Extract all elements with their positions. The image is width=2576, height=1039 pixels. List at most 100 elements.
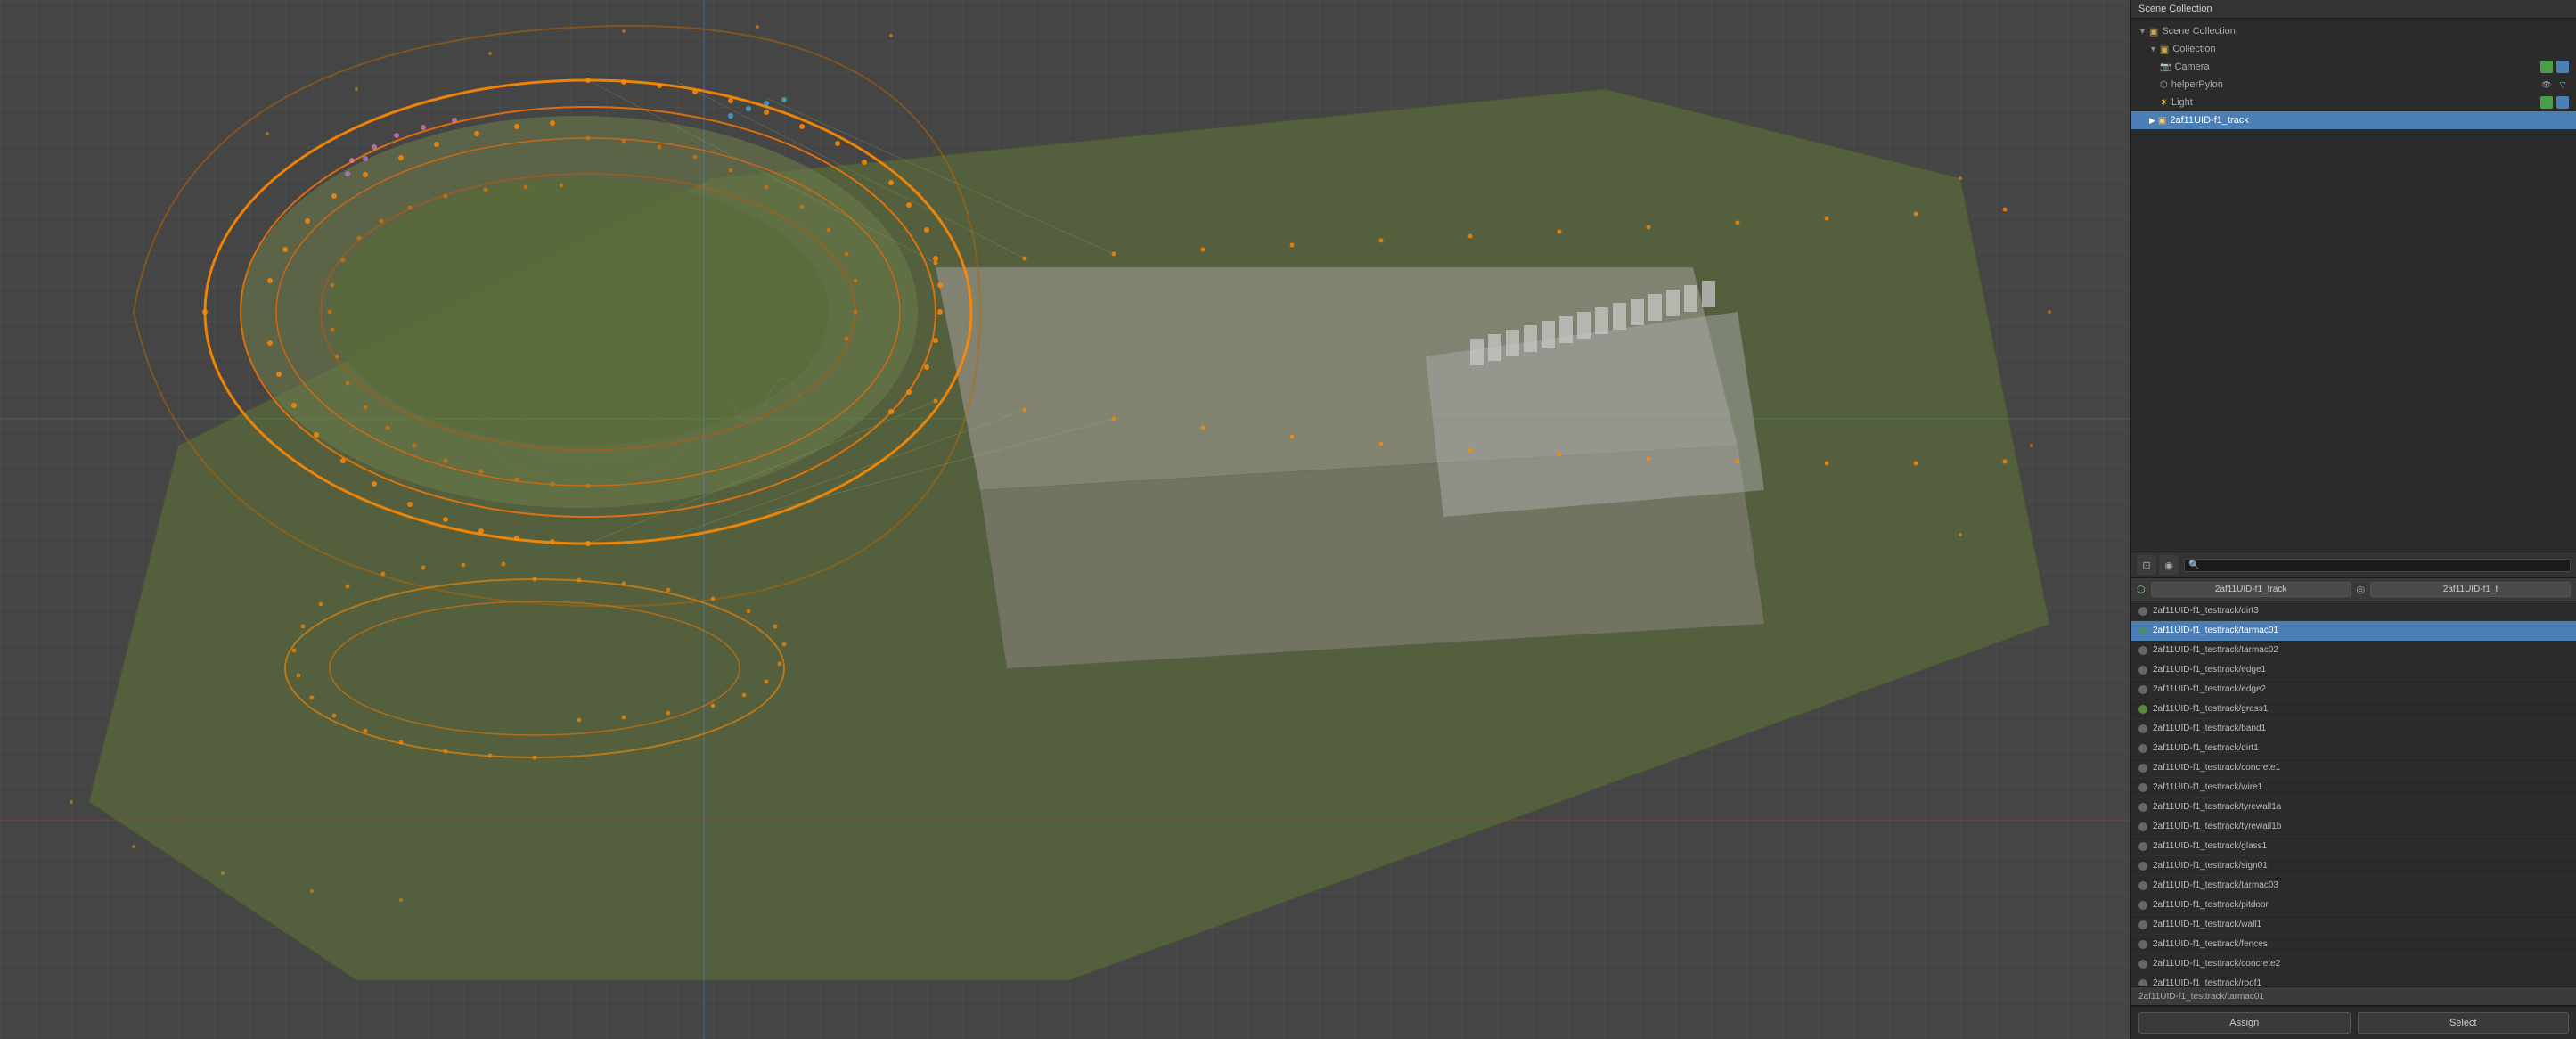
viewport-shading-btn[interactable]: ⊡ [2137, 555, 2156, 575]
material-panel-icons: ⊡ ◉ [2137, 555, 2179, 575]
material-panel-header: ⊡ ◉ 🔍 [2131, 552, 2576, 578]
slot-color-dot [2138, 960, 2147, 969]
collection-icon: ▣ [2160, 44, 2169, 55]
material-slot-item[interactable]: 2af11UID-f1_testtrack/pitdoor [2131, 896, 2576, 915]
camera-icon: 📷 [2160, 62, 2171, 72]
slot-color-dot [2138, 783, 2147, 792]
slot-color-dot [2138, 881, 2147, 890]
pylon-filter-badge: ▽ [2556, 78, 2569, 91]
tree-item-track[interactable]: ▶ ▣ 2af11UID-f1_track [2131, 111, 2576, 129]
active-material-display: 2af11UID-f1_testtrack/tarmac01 [2131, 986, 2576, 1006]
slot-color-dot [2138, 607, 2147, 616]
material-slot-item[interactable]: 2af11UID-f1_testtrack/edge2 [2131, 680, 2576, 699]
select-button[interactable]: Select [2358, 1012, 2570, 1034]
slot-label: 2af11UID-f1_testtrack/sign01 [2153, 861, 2569, 871]
material-slot-item[interactable]: 2af11UID-f1_testtrack/edge1 [2131, 660, 2576, 680]
material-slot-item[interactable]: 2af11UID-f1_testtrack/grass1 [2131, 699, 2576, 719]
material-properties-btn[interactable]: ◉ [2159, 555, 2179, 575]
material-slot-item[interactable]: 2af11UID-f1_testtrack/concrete2 [2131, 954, 2576, 974]
material-slot-item[interactable]: 2af11UID-f1_testtrack/sign01 [2131, 856, 2576, 876]
mesh-icon-selector: ⬡ [2137, 584, 2146, 595]
material-slot-item[interactable]: 2af11UID-f1_testtrack/concrete1 [2131, 758, 2576, 778]
material-panel: ⊡ ◉ 🔍 ⬡ 2af11UID-f1_track ◎ 2af11UID-f1_… [2131, 552, 2576, 1039]
material-slot-item[interactable]: 2af11UID-f1_testtrack/tarmac03 [2131, 876, 2576, 896]
mesh-icon-pylon: ⬡ [2160, 80, 2168, 90]
slot-color-dot [2138, 901, 2147, 910]
tree-item-helperpylon[interactable]: ⬡ helperPylon 👁 ▽ [2131, 76, 2576, 94]
material-slot-item[interactable]: 2af11UID-f1_testtrack/roof1 [2131, 974, 2576, 986]
material-slot-item[interactable]: 2af11UID-f1_testtrack/dirt3 [2131, 601, 2576, 621]
material-slots-list[interactable]: 2af11UID-f1_testtrack/dirt3 2af11UID-f1_t… [2131, 601, 2576, 986]
slot-label: 2af11UID-f1_testtrack/tyrewall1b [2153, 822, 2569, 831]
slot-color-dot [2138, 744, 2147, 753]
tree-item-scene-collection[interactable]: ▼ ▣ Scene Collection [2131, 22, 2576, 40]
slot-label: 2af11UID-f1_testtrack/tarmac03 [2153, 880, 2569, 890]
tree-arrow-scene: ▼ [2138, 27, 2147, 36]
slot-color-dot [2138, 666, 2147, 675]
material-slot-item[interactable]: 2af11UID-f1_testtrack/dirt1 [2131, 739, 2576, 758]
light-eye-badge [2540, 96, 2553, 109]
slot-label: 2af11UID-f1_testtrack/wire1 [2153, 782, 2569, 792]
tree-arrow-track: ▶ [2149, 116, 2155, 126]
camera-render-badge [2556, 61, 2569, 73]
outliner-panel: Scene Collection ▼ ▣ Scene Collection ▼ … [2131, 0, 2576, 552]
track-label: 2af11UID-f1_track [2170, 115, 2248, 126]
slot-label: 2af11UID-f1_testtrack/concrete1 [2153, 763, 2569, 773]
collection-label: Collection [2172, 44, 2215, 54]
active-material-label: 2af11UID-f1_testtrack/tarmac01 [2138, 992, 2264, 1002]
slot-label: 2af11UID-f1_testtrack/dirt3 [2153, 606, 2569, 616]
tree-item-light[interactable]: ☀ Light [2131, 94, 2576, 111]
slot-color-dot [2138, 822, 2147, 831]
slot-color-dot [2138, 940, 2147, 949]
slot-label: 2af11UID-f1_testtrack/glass1 [2153, 841, 2569, 851]
material-slot-item[interactable]: 2af11UID-f1_testtrack/fences [2131, 935, 2576, 954]
assign-select-bar: Assign Select [2131, 1006, 2576, 1039]
slot-color-dot [2138, 803, 2147, 812]
outliner-header: Scene Collection [2131, 0, 2576, 19]
circle-icon-selector: ◎ [2357, 584, 2366, 595]
slot-color-dot [2138, 920, 2147, 929]
slot-color-dot [2138, 705, 2147, 714]
slot-color-dot [2138, 685, 2147, 694]
object-selector-row: ⬡ 2af11UID-f1_track ◎ 2af11UID-f1_t [2131, 578, 2576, 601]
camera-badges [2540, 61, 2569, 73]
viewport-3d[interactable] [0, 0, 2130, 1039]
scene-tree[interactable]: ▼ ▣ Scene Collection ▼ ▣ Collection 📷 Ca… [2131, 19, 2576, 552]
slot-label: 2af11UID-f1_testtrack/tarmac02 [2153, 645, 2569, 655]
object-b-selector[interactable]: 2af11UID-f1_t [2370, 582, 2571, 597]
material-slot-item[interactable]: 2af11UID-f1_testtrack/tyrewall1b [2131, 817, 2576, 837]
slot-label: 2af11UID-f1_testtrack/tarmac01 [2153, 626, 2569, 635]
slot-color-dot [2138, 646, 2147, 655]
helperpylon-label: helperPylon [2171, 79, 2223, 90]
material-slot-item[interactable]: 2af11UID-f1_testtrack/tarmac01 [2131, 621, 2576, 641]
material-slot-item[interactable]: 2af11UID-f1_testtrack/wire1 [2131, 778, 2576, 798]
object-a-selector[interactable]: 2af11UID-f1_track [2151, 582, 2351, 597]
slot-label: 2af11UID-f1_testtrack/tyrewall1a [2153, 802, 2569, 812]
search-icon: 🔍 [2188, 560, 2199, 570]
material-slot-item[interactable]: 2af11UID-f1_testtrack/band1 [2131, 719, 2576, 739]
material-slot-item[interactable]: 2af11UID-f1_testtrack/tyrewall1a [2131, 798, 2576, 817]
camera-eye-badge [2540, 61, 2553, 73]
slot-color-dot [2138, 862, 2147, 871]
slot-label: 2af11UID-f1_testtrack/edge2 [2153, 684, 2569, 694]
assign-button[interactable]: Assign [2138, 1012, 2351, 1034]
collection-icon-scene: ▣ [2149, 26, 2158, 37]
outliner-title: Scene Collection [2138, 4, 2212, 14]
slot-label: 2af11UID-f1_testtrack/band1 [2153, 724, 2569, 733]
pylon-eye-badge: 👁 [2540, 78, 2553, 91]
slot-label: 2af11UID-f1_testtrack/edge1 [2153, 665, 2569, 675]
material-search-box[interactable]: 🔍 [2184, 559, 2571, 572]
slot-label: 2af11UID-f1_testtrack/concrete2 [2153, 959, 2569, 969]
slot-label: 2af11UID-f1_testtrack/grass1 [2153, 704, 2569, 714]
light-label: Light [2171, 97, 2193, 108]
tree-item-camera[interactable]: 📷 Camera [2131, 58, 2576, 76]
material-slot-item[interactable]: 2af11UID-f1_testtrack/glass1 [2131, 837, 2576, 856]
tree-item-collection[interactable]: ▼ ▣ Collection [2131, 40, 2576, 58]
slot-color-dot [2138, 724, 2147, 733]
material-search-input[interactable] [2199, 560, 2566, 570]
light-icon: ☀ [2160, 98, 2168, 108]
material-slot-item[interactable]: 2af11UID-f1_testtrack/tarmac02 [2131, 641, 2576, 660]
scene-collection-label: Scene Collection [2162, 26, 2236, 37]
material-slot-item[interactable]: 2af11UID-f1_testtrack/wall1 [2131, 915, 2576, 935]
tree-arrow-collection: ▼ [2149, 45, 2157, 53]
